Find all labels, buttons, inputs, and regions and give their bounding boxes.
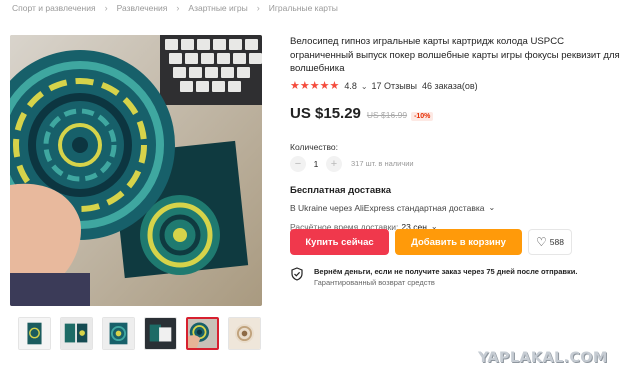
stock-count: 317 шт. в наличии <box>351 159 414 168</box>
quantity-stepper: − 1 + 317 шт. в наличии <box>290 155 630 172</box>
add-to-cart-button[interactable]: Добавить в корзину <box>395 229 522 255</box>
quantity-increase-button[interactable]: + <box>326 155 342 172</box>
product-main-image[interactable] <box>10 35 262 306</box>
thumbnail-5[interactable] <box>186 317 219 350</box>
shield-check-icon <box>291 267 303 281</box>
heart-icon: ♡ <box>536 235 547 249</box>
breadcrumb-item-playing-cards[interactable]: Игральные карты <box>269 3 338 13</box>
rating-value: 4.8 <box>344 81 357 91</box>
discount-badge: -10% <box>411 111 434 121</box>
thumbnail-strip <box>18 317 261 350</box>
product-info: Велосипед гипноз игральные карты картрид… <box>290 35 630 287</box>
guarantee-title: Вернём деньги, если не получите заказ че… <box>314 267 578 276</box>
thumbnail-6[interactable] <box>228 317 261 350</box>
quantity-decrease-button[interactable]: − <box>290 155 306 172</box>
quantity-label: Количество: <box>290 141 339 152</box>
breadcrumb-item-sports[interactable]: Спорт и развлечения <box>12 3 96 13</box>
breadcrumb: Спорт и развлечения › Развлечения › Азар… <box>12 3 338 13</box>
wishlist-button[interactable]: ♡ 588 <box>528 229 572 255</box>
thumbnail-2[interactable] <box>60 317 93 350</box>
shipping-method-selector[interactable]: В Ukraine через AliExpress стандартная д… <box>290 203 630 213</box>
reviews-link[interactable]: 17 Отзывы <box>372 81 417 91</box>
breadcrumb-separator-icon: › <box>176 3 180 13</box>
rating-row: ★★★★★ 4.8 ⌄ 17 Отзывы 46 заказа(ов) <box>290 80 630 93</box>
orders-count: 46 заказа(ов) <box>422 81 478 91</box>
site-watermark: YAPLAKAL.COM <box>478 350 608 366</box>
wishlist-count: 588 <box>549 237 564 247</box>
chevron-down-icon[interactable]: ⌄ <box>361 82 368 91</box>
shipping-method: В Ukraine через AliExpress стандартная д… <box>290 202 485 213</box>
buy-now-button[interactable]: Купить сейчас <box>290 229 389 255</box>
rating-stars-icon: ★★★★★ <box>290 79 340 92</box>
buyer-protection: Вернём деньги, если не получите заказ че… <box>290 267 577 287</box>
product-title: Велосипед гипноз игральные карты картрид… <box>290 36 620 74</box>
guarantee-subtitle: Гарантированный возврат средств <box>314 278 435 287</box>
old-price: US $16.99 <box>366 109 408 120</box>
current-price: US $15.29 <box>290 104 361 122</box>
shipping-title: Бесплатная доставка <box>290 184 391 196</box>
breadcrumb-item-entertainment[interactable]: Развлечения <box>117 3 168 13</box>
breadcrumb-separator-icon: › <box>256 3 260 13</box>
breadcrumb-item-gambling[interactable]: Азартные игры <box>188 3 247 13</box>
price-row: US $15.29 US $16.99 -10% <box>290 105 630 122</box>
thumbnail-4[interactable] <box>144 317 177 350</box>
action-buttons: Купить сейчас Добавить в корзину ♡ 588 <box>290 229 572 255</box>
product-photo <box>10 35 262 306</box>
chevron-down-icon: ⌄ <box>488 203 496 212</box>
thumbnail-1[interactable] <box>18 317 51 350</box>
thumbnail-3[interactable] <box>102 317 135 350</box>
breadcrumb-separator-icon: › <box>104 3 108 13</box>
quantity-value[interactable]: 1 <box>306 159 326 169</box>
